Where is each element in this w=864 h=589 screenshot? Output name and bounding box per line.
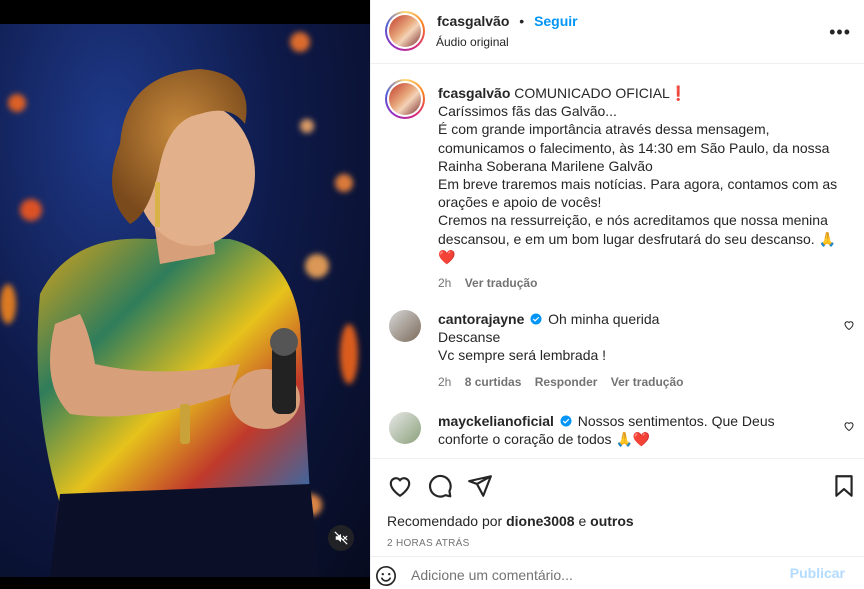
author-avatar[interactable] (385, 11, 425, 51)
comment-icon[interactable] (427, 473, 453, 499)
publish-button[interactable]: Publicar (790, 565, 845, 581)
comment-time[interactable]: 2h (438, 375, 451, 389)
separator-dot: • (519, 13, 525, 29)
more-icon[interactable]: ••• (829, 22, 851, 43)
translate-link[interactable]: Ver tradução (611, 375, 684, 389)
commenter-avatar[interactable] (389, 310, 421, 342)
commenter-avatar[interactable] (389, 412, 421, 444)
mute-icon (334, 531, 348, 545)
share-icon[interactable] (467, 473, 493, 499)
caption-line: Em breve traremos mais notícias. Para ag… (438, 176, 838, 211)
comment-body: mayckelianoficial Nossos sentimentos. Qu… (438, 412, 828, 448)
liked-others[interactable]: outros (590, 513, 634, 529)
verified-icon (530, 313, 542, 325)
media-letterbox-top (0, 0, 370, 24)
media-letterbox-bottom (0, 577, 370, 589)
post-panel: fcasgalvão • Seguir Áudio original ••• f… (370, 0, 864, 589)
comment-likes[interactable]: 8 curtidas (465, 375, 522, 389)
like-heart-icon[interactable] (387, 473, 413, 499)
comment-text: Vc sempre será lembrada ! (438, 347, 607, 364)
translate-link[interactable]: Ver tradução (465, 276, 538, 290)
caption-line: É com grande importância através dessa m… (438, 121, 830, 174)
liked-and: e (574, 513, 591, 529)
video-frame[interactable] (0, 24, 370, 577)
liked-user[interactable]: dione3008 (506, 513, 574, 529)
caption-line: ❤️ (438, 248, 456, 265)
caption-meta: 2h Ver tradução (438, 274, 838, 292)
comment-body: cantorajayne Oh minha querida Descanse V… (438, 310, 828, 391)
post-timestamp[interactable]: 2 HORAS ATRÁS (387, 538, 470, 549)
comment-input[interactable] (411, 564, 781, 586)
caption-line: Cremos na ressurreição, e nós acreditamo… (438, 212, 836, 247)
emoji-icon[interactable] (375, 565, 397, 587)
commenter-username[interactable]: mayckelianoficial (438, 413, 554, 429)
heart-icon[interactable] (843, 420, 855, 432)
author-username[interactable]: fcasgalvão (437, 13, 509, 29)
caption-username[interactable]: fcasgalvão (438, 85, 510, 101)
audio-label[interactable]: Áudio original (436, 35, 509, 49)
heart-icon[interactable] (843, 319, 855, 331)
comment-meta: 2h 8 curtidas Responder Ver tradução (438, 373, 828, 391)
caption-time[interactable]: 2h (438, 276, 451, 290)
add-comment-bar: Publicar (371, 556, 864, 589)
comment-text: Oh minha querida (548, 311, 660, 327)
header-title-row: fcasgalvão • Seguir (437, 13, 578, 29)
caption-line: COMUNICADO OFICIAL❗ (514, 85, 688, 101)
reply-button[interactable]: Responder (535, 375, 598, 389)
caption-line: Caríssimos fãs das Galvão... (438, 103, 617, 120)
verified-icon (560, 415, 572, 427)
follow-button[interactable]: Seguir (534, 13, 578, 29)
comments-list[interactable]: fcasgalvão COMUNICADO OFICIAL❗ Caríssimo… (371, 64, 864, 458)
performer-illustration (37, 69, 320, 577)
liked-prefix: Recomendado por (387, 513, 507, 529)
commenter-username[interactable]: cantorajayne (438, 311, 524, 327)
caption-text: fcasgalvão COMUNICADO OFICIAL❗ Caríssimo… (438, 84, 838, 292)
caption-avatar[interactable] (385, 79, 425, 119)
mute-button[interactable] (328, 525, 354, 551)
comment-text: Descanse (438, 329, 501, 346)
action-bar (371, 458, 864, 510)
post-media[interactable] (0, 0, 370, 589)
bookmark-icon[interactable] (831, 473, 857, 499)
liked-by: Recomendado por dione3008 e outros (387, 513, 634, 529)
post-header: fcasgalvão • Seguir Áudio original ••• (371, 0, 864, 64)
